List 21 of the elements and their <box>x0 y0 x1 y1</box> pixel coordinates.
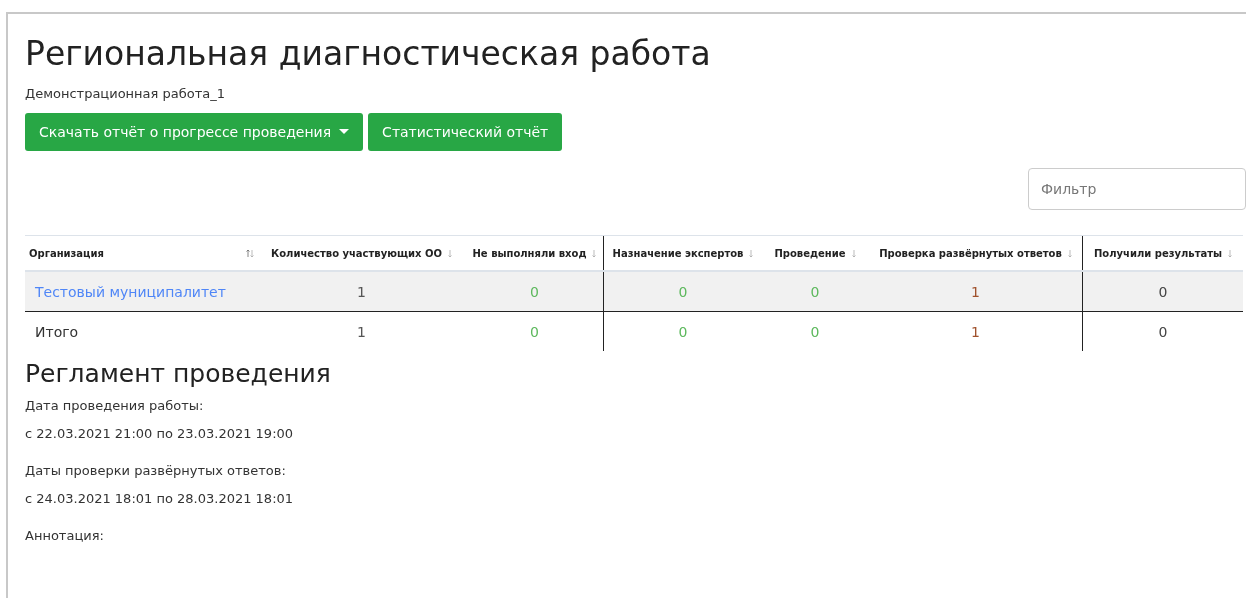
date-range: с 24.03.2021 18:01 по 28.03.2021 18:01 <box>25 491 295 506</box>
filter-field[interactable]: Фильтр <box>1028 168 1246 210</box>
count-cell: 0 <box>604 271 762 312</box>
count-cell: 0 <box>604 311 762 351</box>
count-cell: 1 <box>868 311 1083 351</box>
field-label: Аннотация: <box>25 528 105 543</box>
section-heading: Регламент проведения <box>25 359 332 388</box>
field-label: Даты проверки развёрнутых ответов: <box>25 463 287 478</box>
sort-icon[interactable] <box>246 249 254 258</box>
count-cell: 0 <box>1083 311 1243 351</box>
page-title: Региональная диагностическая работа <box>25 33 712 75</box>
date-range: с 22.03.2021 21:00 по 23.03.2021 19:00 <box>25 426 295 441</box>
caret-icon <box>339 129 350 135</box>
subtitle: Демонстрационная работа_1 <box>25 86 227 101</box>
count-cell: 0 <box>1083 271 1243 312</box>
count-cell: 1 <box>868 271 1083 312</box>
count-cell: 0 <box>465 271 604 312</box>
count-cell: 0 <box>762 271 868 312</box>
count-cell: 1 <box>258 271 465 312</box>
count-cell: 0 <box>465 311 604 351</box>
field-label: Дата проведения работы: <box>25 398 205 413</box>
